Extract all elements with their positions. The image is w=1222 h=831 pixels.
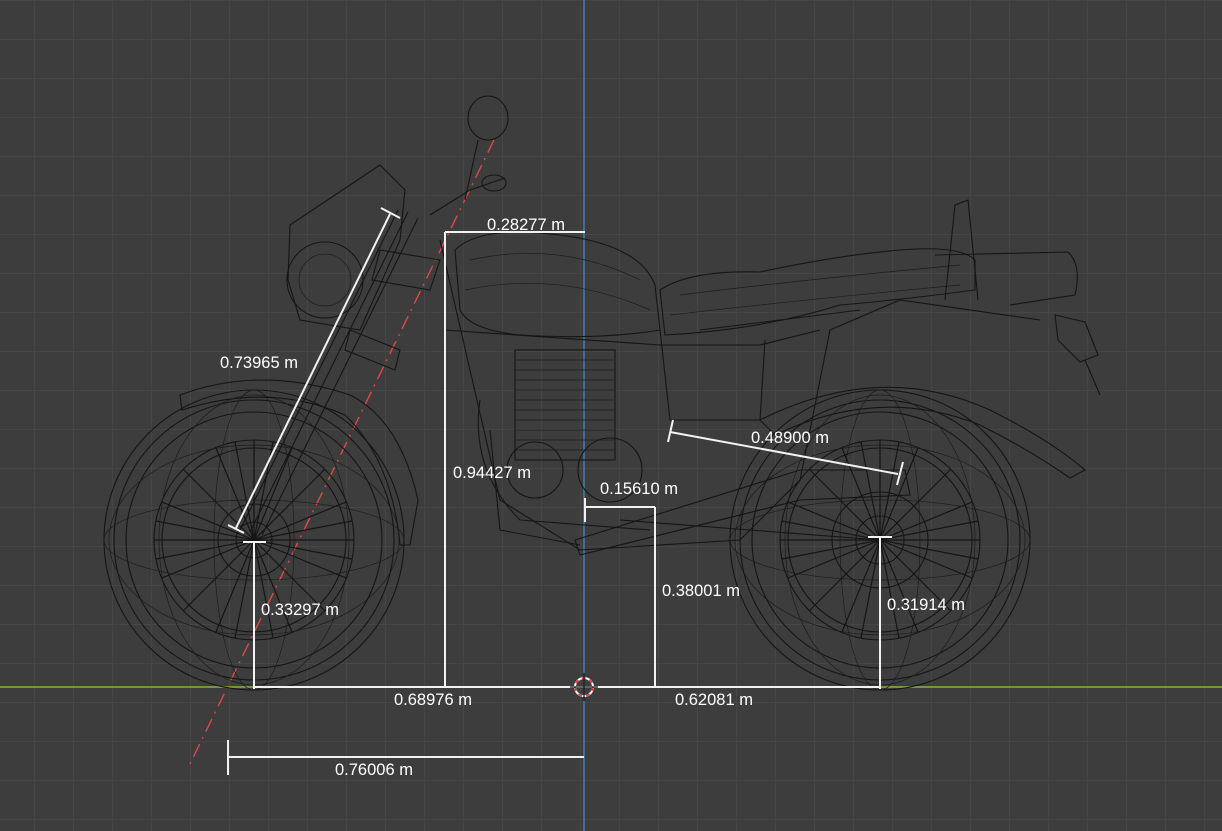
viewport-grid — [0, 0, 1222, 831]
measure-label-rear-axle-height: 0.31914 m — [887, 596, 965, 614]
measure-label-engine-height: 0.38001 m — [662, 582, 740, 600]
measure-label-front-height: 0.94427 m — [453, 464, 531, 482]
measure-label-rear-distance: 0.62081 m — [675, 691, 753, 709]
measure-label-seat-slope: 0.48900 m — [751, 429, 829, 447]
measure-label-front-distance: 0.68976 m — [394, 691, 472, 709]
viewport-3d[interactable]: 0.73965 m 0.28277 m 0.94427 m 0.48900 m … — [0, 0, 1222, 831]
measure-label-fork-length: 0.73965 m — [220, 354, 298, 372]
measure-label-top-width: 0.28277 m — [487, 216, 565, 234]
measure-label-engine-offset: 0.15610 m — [600, 480, 678, 498]
measure-label-front-axle-height: 0.33297 m — [261, 601, 339, 619]
measure-label-trail-distance: 0.76006 m — [335, 761, 413, 779]
